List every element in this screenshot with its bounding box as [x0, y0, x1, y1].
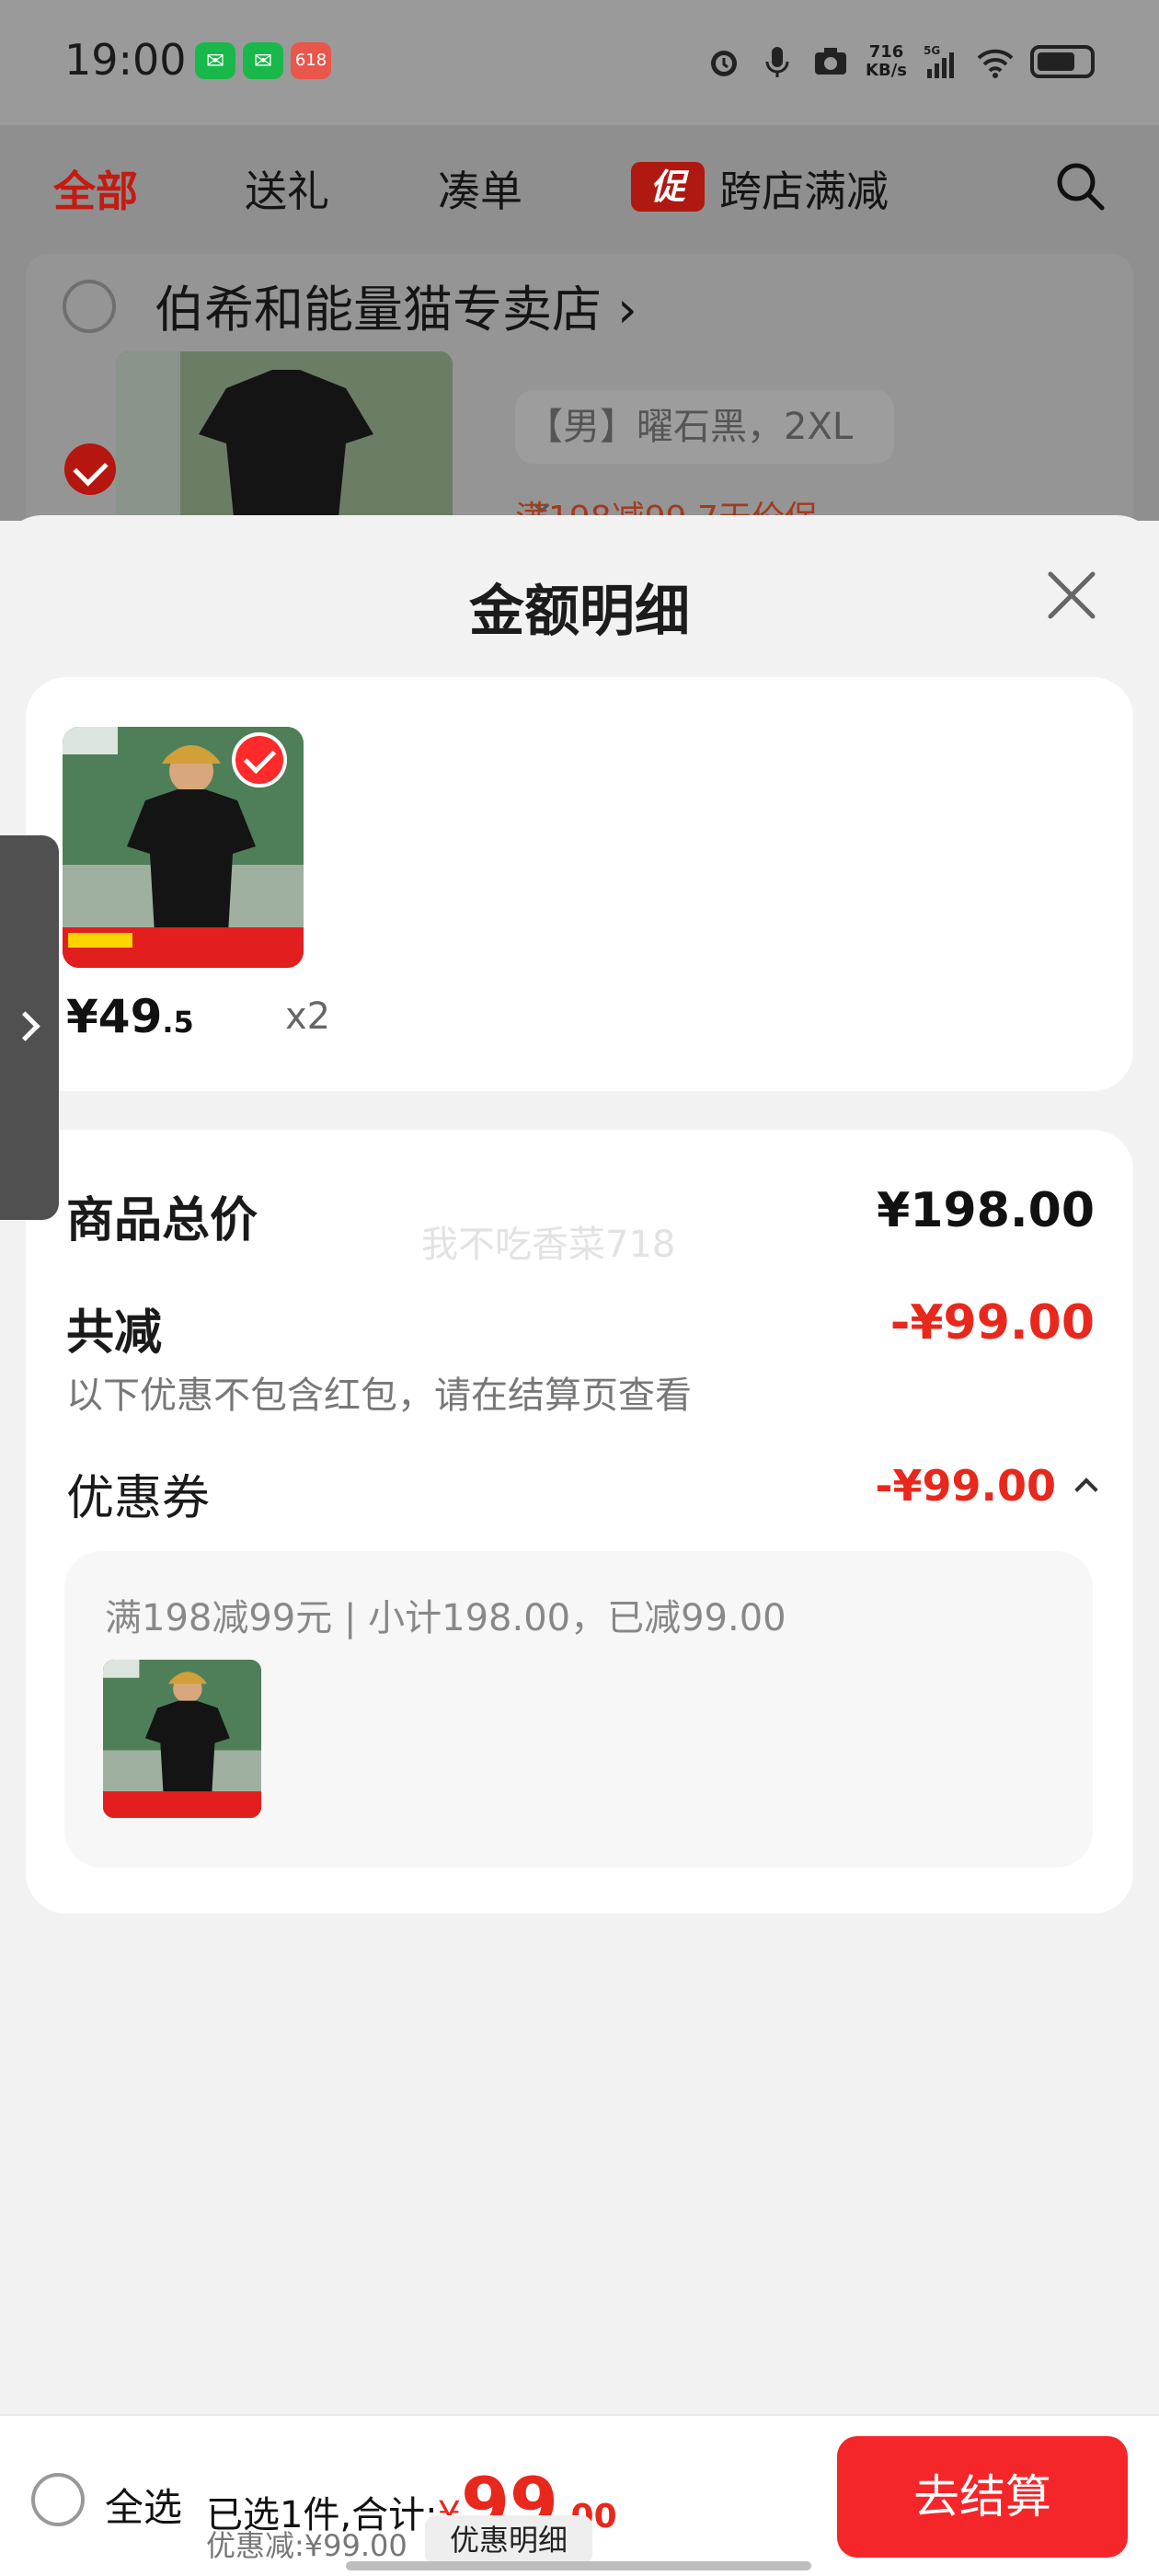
reduce-value: -¥99.00 [889, 1295, 1095, 1351]
chevron-up-icon [1074, 1477, 1098, 1501]
wechat-icon: ✉ [195, 42, 235, 79]
cart-background: 全部 送礼 凑单 促 跨店满减 伯希和能量猫专卖店 › 【男】曜石黑，2XL ⌄… [0, 125, 1159, 537]
coupon-description: 满198减99元 | 小计198.00，已减99.00 [105, 1597, 786, 1639]
shirt-image [116, 351, 453, 535]
sku-selector[interactable]: 【男】曜石黑，2XL ⌄ [515, 390, 894, 522]
item-quantity: x2 [285, 995, 331, 1038]
side-drawer-handle[interactable] [0, 835, 59, 1220]
tab-gift[interactable]: 送礼 [245, 158, 329, 219]
item-unit-price: ¥49.5 [66, 990, 194, 1043]
alarm-icon [711, 51, 738, 76]
shop-checkbox[interactable] [63, 280, 116, 333]
selected-check-icon [232, 732, 287, 788]
select-all-label[interactable]: 全选 [105, 2477, 182, 2533]
battery-icon [1030, 45, 1095, 78]
tab-bundle[interactable]: 凑单 [438, 158, 522, 219]
cart-product-thumbnail[interactable] [116, 351, 453, 535]
status-time: 19:00 [64, 35, 187, 85]
svg-text:5G: 5G [924, 44, 940, 57]
select-all-checkbox[interactable] [31, 2473, 85, 2526]
cart-tabs: 全部 送礼 凑单 促 跨店满减 [0, 125, 1159, 254]
tab-all[interactable]: 全部 [53, 158, 138, 219]
home-indicator[interactable] [346, 2561, 811, 2570]
sheet-title: 金额明细 [469, 580, 690, 644]
wechat-icon-2: ✉ [243, 42, 283, 79]
total-price-label: 商品总价 [66, 1193, 258, 1248]
signal-icon: 5G [924, 44, 954, 78]
coupon-label: 优惠券 [66, 1471, 211, 1526]
coupon-detail-box: 满198减99元 | 小计198.00，已减99.00 [64, 1551, 1093, 1868]
camera-icon [815, 48, 847, 75]
close-icon[interactable] [1039, 563, 1104, 627]
product-card: ¥49.5 x2 [26, 677, 1133, 1091]
status-bar: 19:00 ✉ ✉ 618 716 KB/s 5G [0, 0, 1159, 125]
app-618-icon: 618 [291, 42, 331, 79]
promo-badge: 促 [631, 162, 705, 212]
net-speed: 716 KB/s [866, 42, 907, 80]
wifi-icon [977, 49, 1014, 78]
shop-name[interactable]: 伯希和能量猫专卖店 › [155, 269, 637, 341]
microphone-icon [765, 47, 789, 77]
reduce-note: 以下优惠不包含红包，请在结算页查看 [66, 1374, 692, 1417]
checkout-bar: 全选 已选1件,合计:¥99.00 优惠减:¥99.00 优惠明细 去结算 [0, 2414, 1159, 2576]
checkout-button[interactable]: 去结算 [837, 2436, 1128, 2558]
discount-detail-button[interactable]: 优惠明细 [425, 2515, 592, 2565]
total-price-value: ¥198.00 [877, 1183, 1095, 1238]
amount-detail-sheet: 金额明细 ¥49.5 x2 我不吃香菜718 商品总价 ¥198.00 共减 -… [0, 515, 1159, 2576]
price-breakdown-card: 我不吃香菜718 商品总价 ¥198.00 共减 -¥99.00 以下优惠不包含… [26, 1130, 1133, 1914]
item-checkbox[interactable] [64, 443, 116, 495]
coupon-toggle[interactable]: -¥99.00 [875, 1461, 1098, 1511]
reduce-label: 共减 [66, 1305, 163, 1361]
search-icon[interactable] [1052, 158, 1107, 213]
watermark: 我不吃香菜718 [421, 1224, 676, 1266]
discount-summary: 优惠减:¥99.00 [206, 2528, 407, 2563]
coupon-product-photo [103, 1660, 261, 1818]
coupon-product-thumbnail[interactable] [103, 1660, 261, 1818]
status-icons: 716 KB/s 5G [706, 39, 1095, 85]
tab-cross-store[interactable]: 跨店满减 [719, 158, 889, 219]
